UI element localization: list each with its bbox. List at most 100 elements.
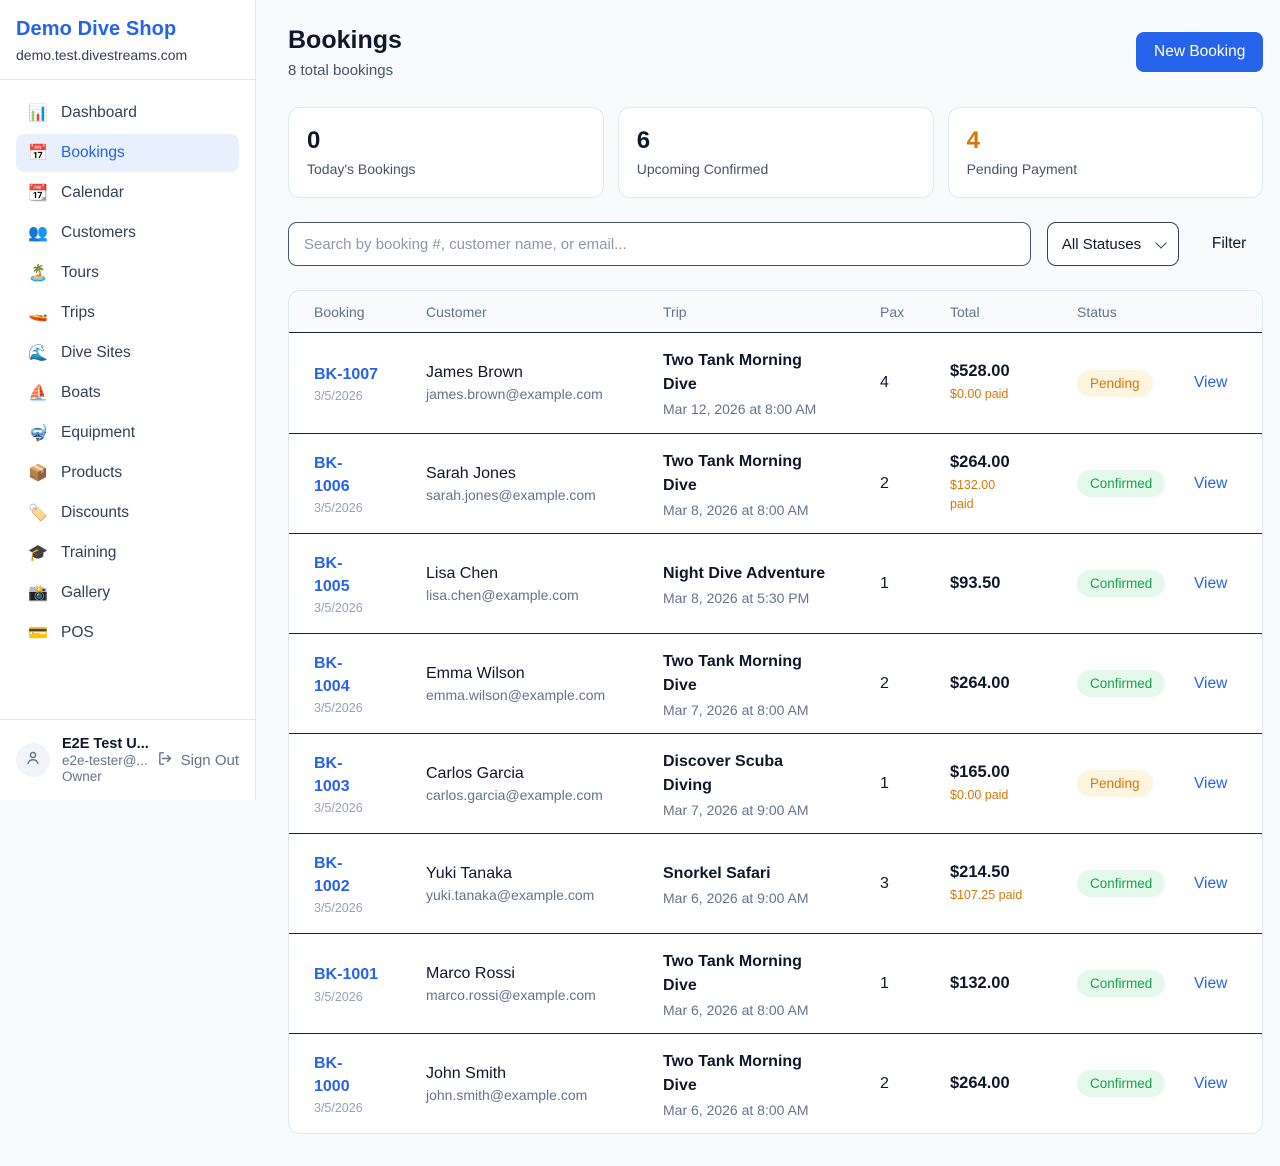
paid-amount: $0.00 paid bbox=[950, 385, 1067, 404]
view-link[interactable]: View bbox=[1194, 575, 1227, 592]
sidebar-item-label: POS bbox=[61, 624, 94, 642]
sidebar-item-label: Tours bbox=[61, 264, 99, 282]
sidebar-item-customers[interactable]: 👥 Customers bbox=[16, 214, 239, 252]
view-link[interactable]: View bbox=[1194, 475, 1227, 492]
person-icon bbox=[24, 749, 42, 772]
status-badge: Confirmed bbox=[1077, 1070, 1165, 1097]
customer-email: sarah.jones@example.com bbox=[426, 487, 653, 503]
booking-number-link[interactable]: BK- 1005 bbox=[314, 552, 350, 598]
sidebar-item-bookings[interactable]: 📅 Bookings bbox=[16, 134, 239, 172]
new-booking-button[interactable]: New Booking bbox=[1136, 32, 1263, 72]
total-cell: $264.00 bbox=[950, 674, 1077, 693]
booking-cell: BK- 1003 3/5/2026 bbox=[314, 752, 426, 815]
booking-cell: BK- 1000 3/5/2026 bbox=[314, 1052, 426, 1115]
booking-cell: BK- 1006 3/5/2026 bbox=[314, 452, 426, 515]
customer-name: Emma Wilson bbox=[426, 665, 653, 683]
booking-number-link[interactable]: BK- 1006 bbox=[314, 452, 350, 498]
brand-name: Demo Dive Shop bbox=[16, 18, 239, 41]
total-cell: $93.50 bbox=[950, 574, 1077, 593]
booking-date: 3/5/2026 bbox=[314, 601, 416, 615]
sidebar-item-dashboard[interactable]: 📊 Dashboard bbox=[16, 94, 239, 132]
trip-datetime: Mar 7, 2026 at 9:00 AM bbox=[663, 802, 870, 818]
booking-number-link[interactable]: BK- 1003 bbox=[314, 752, 350, 798]
view-link[interactable]: View bbox=[1194, 374, 1227, 391]
column-header-customer: Customer bbox=[426, 304, 663, 320]
sign-out-button[interactable]: Sign Out bbox=[157, 750, 239, 771]
trip-cell: Two Tank Morning Dive Mar 6, 2026 at 8:0… bbox=[663, 1050, 880, 1118]
sign-out-icon bbox=[157, 750, 174, 771]
main-content: Bookings 8 total bookings New Booking 0 … bbox=[256, 0, 1280, 1166]
trip-datetime: Mar 6, 2026 at 9:00 AM bbox=[663, 890, 870, 906]
customer-cell: Carlos Garcia carlos.garcia@example.com bbox=[426, 765, 663, 803]
trips-icon: 🚤 bbox=[28, 303, 48, 323]
stat-card: 6 Upcoming Confirmed bbox=[618, 107, 934, 198]
total-amount: $264.00 bbox=[950, 1074, 1067, 1093]
sidebar-item-discounts[interactable]: 🏷️ Discounts bbox=[16, 494, 239, 532]
status-cell: Confirmed bbox=[1077, 670, 1194, 697]
customer-cell: James Brown james.brown@example.com bbox=[426, 364, 663, 402]
status-filter-select[interactable]: All Statuses bbox=[1047, 222, 1179, 266]
sidebar-item-tours[interactable]: 🏝️ Tours bbox=[16, 254, 239, 292]
trip-cell: Two Tank Morning Dive Mar 7, 2026 at 8:0… bbox=[663, 650, 880, 718]
booking-number-link[interactable]: BK- 1002 bbox=[314, 852, 350, 898]
pax-count: 1 bbox=[880, 975, 950, 993]
sidebar-item-label: Discounts bbox=[61, 504, 129, 522]
status-cell: Confirmed bbox=[1077, 870, 1194, 897]
sidebar-item-label: Equipment bbox=[61, 424, 135, 442]
pax-count: 2 bbox=[880, 675, 950, 693]
total-cell: $214.50 $107.25 paid bbox=[950, 863, 1077, 905]
sidebar-item-equipment[interactable]: 🤿 Equipment bbox=[16, 414, 239, 452]
trip-datetime: Mar 6, 2026 at 8:00 AM bbox=[663, 1002, 870, 1018]
sidebar-item-dive-sites[interactable]: 🌊 Dive Sites bbox=[16, 334, 239, 372]
sidebar-item-label: Dashboard bbox=[61, 104, 137, 122]
sidebar-item-boats[interactable]: ⛵ Boats bbox=[16, 374, 239, 412]
booking-cell: BK- 1005 3/5/2026 bbox=[314, 552, 426, 615]
customer-cell: Yuki Tanaka yuki.tanaka@example.com bbox=[426, 865, 663, 903]
app-root: Demo Dive Shop demo.test.divestreams.com… bbox=[0, 0, 1280, 1162]
table-row: BK-1001 3/5/2026 Marco Rossi marco.rossi… bbox=[289, 933, 1262, 1033]
total-amount: $132.00 bbox=[950, 974, 1067, 993]
sidebar-item-pos[interactable]: 💳 POS bbox=[16, 614, 239, 652]
sign-out-label: Sign Out bbox=[181, 752, 239, 769]
brand-domain: demo.test.divestreams.com bbox=[16, 47, 239, 63]
booking-number-link[interactable]: BK-1007 bbox=[314, 363, 378, 386]
view-link[interactable]: View bbox=[1194, 1075, 1227, 1092]
page-header: Bookings 8 total bookings New Booking bbox=[288, 26, 1263, 79]
calendar-icon: 📆 bbox=[28, 183, 48, 203]
tours-icon: 🏝️ bbox=[28, 263, 48, 283]
table-row: BK- 1006 3/5/2026 Sarah Jones sarah.jone… bbox=[289, 433, 1262, 533]
status-badge: Confirmed bbox=[1077, 570, 1165, 597]
boats-icon: ⛵ bbox=[28, 383, 48, 403]
gallery-icon: 📸 bbox=[28, 583, 48, 603]
pax-count: 2 bbox=[880, 475, 950, 493]
sidebar-item-gallery[interactable]: 📸 Gallery bbox=[16, 574, 239, 612]
status-cell: Pending bbox=[1077, 770, 1194, 797]
search-input[interactable] bbox=[288, 222, 1031, 266]
sidebar-item-training[interactable]: 🎓 Training bbox=[16, 534, 239, 572]
filter-button[interactable]: Filter bbox=[1195, 235, 1263, 253]
sidebar-item-label: Gallery bbox=[61, 584, 110, 602]
view-link[interactable]: View bbox=[1194, 675, 1227, 692]
customers-icon: 👥 bbox=[28, 223, 48, 243]
view-link[interactable]: View bbox=[1194, 875, 1227, 892]
booking-number-link[interactable]: BK-1001 bbox=[314, 963, 378, 986]
trip-name: Night Dive Adventure bbox=[663, 562, 870, 586]
view-cell: View bbox=[1194, 775, 1237, 793]
trip-cell: Discover Scuba Diving Mar 7, 2026 at 9:0… bbox=[663, 750, 880, 818]
trip-name: Two Tank Morning Dive bbox=[663, 1050, 870, 1098]
booking-number-link[interactable]: BK- 1004 bbox=[314, 652, 350, 698]
status-badge: Pending bbox=[1077, 770, 1153, 797]
booking-cell: BK-1001 3/5/2026 bbox=[314, 963, 426, 1003]
sidebar-item-products[interactable]: 📦 Products bbox=[16, 454, 239, 492]
customer-name: Sarah Jones bbox=[426, 465, 653, 483]
dive-sites-icon: 🌊 bbox=[28, 343, 48, 363]
view-link[interactable]: View bbox=[1194, 975, 1227, 992]
sidebar-item-label: Customers bbox=[61, 224, 136, 242]
sidebar-item-calendar[interactable]: 📆 Calendar bbox=[16, 174, 239, 212]
column-header-booking: Booking bbox=[314, 304, 426, 320]
sidebar-item-trips[interactable]: 🚤 Trips bbox=[16, 294, 239, 332]
view-link[interactable]: View bbox=[1194, 775, 1227, 792]
page-title: Bookings bbox=[288, 26, 402, 55]
view-cell: View bbox=[1194, 1075, 1237, 1093]
booking-number-link[interactable]: BK- 1000 bbox=[314, 1052, 350, 1098]
